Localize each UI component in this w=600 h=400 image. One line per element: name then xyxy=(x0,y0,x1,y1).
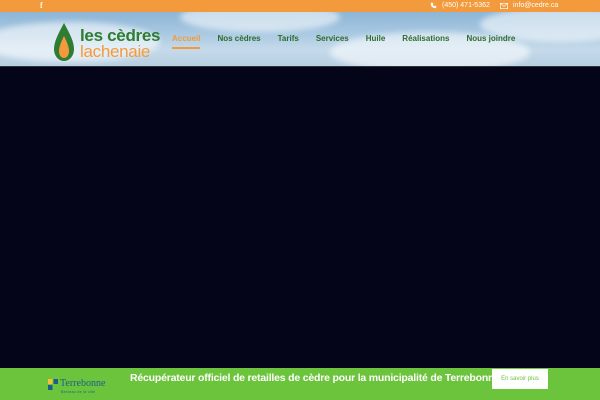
top-contact-bar: f (450) 471-5362 info@cedre.ca xyxy=(0,0,600,12)
site-logo[interactable]: les cèdres lachenaie xyxy=(52,22,162,62)
hero-slider[interactable] xyxy=(0,66,600,368)
terrebonne-emblem-icon xyxy=(48,379,58,390)
nav-item-tarifs[interactable]: Tarifs xyxy=(278,32,299,49)
nav-item-realisations[interactable]: Réalisations xyxy=(402,32,449,49)
terrebonne-subtitle: Berceau de la ville xyxy=(61,390,96,394)
terrebonne-logo: Terrebonne Berceau de la ville xyxy=(48,378,120,398)
facebook-icon[interactable]: f xyxy=(40,1,43,10)
announcement-text: Récupérateur officiel de retailles de cè… xyxy=(130,372,500,384)
learn-more-button[interactable]: En savoir plus xyxy=(492,369,548,389)
email-contact[interactable]: info@cedre.ca xyxy=(500,2,558,9)
envelope-icon xyxy=(500,2,508,9)
logo-text-line2: lachenaie xyxy=(80,42,151,61)
nav-item-services[interactable]: Services xyxy=(316,32,349,49)
site-header: les cèdres lachenaie Accueil Nos cèdres … xyxy=(0,12,600,66)
nav-item-accueil[interactable]: Accueil xyxy=(172,32,201,49)
main-navigation: Accueil Nos cèdres Tarifs Services Huile… xyxy=(168,32,515,49)
drop-logo-icon xyxy=(54,23,74,61)
phone-icon xyxy=(430,2,437,9)
hero-divider xyxy=(0,66,600,67)
nav-item-nos-cedres[interactable]: Nos cèdres xyxy=(217,32,260,49)
terrebonne-name: Terrebonne xyxy=(60,378,106,389)
nav-item-nous-joindre[interactable]: Nous joindre xyxy=(466,32,515,49)
nav-item-huile[interactable]: Huile xyxy=(366,32,386,49)
phone-number[interactable]: (450) 471-5362 xyxy=(442,2,490,9)
email-address[interactable]: info@cedre.ca xyxy=(513,2,558,9)
phone-contact[interactable]: (450) 471-5362 xyxy=(430,2,490,9)
